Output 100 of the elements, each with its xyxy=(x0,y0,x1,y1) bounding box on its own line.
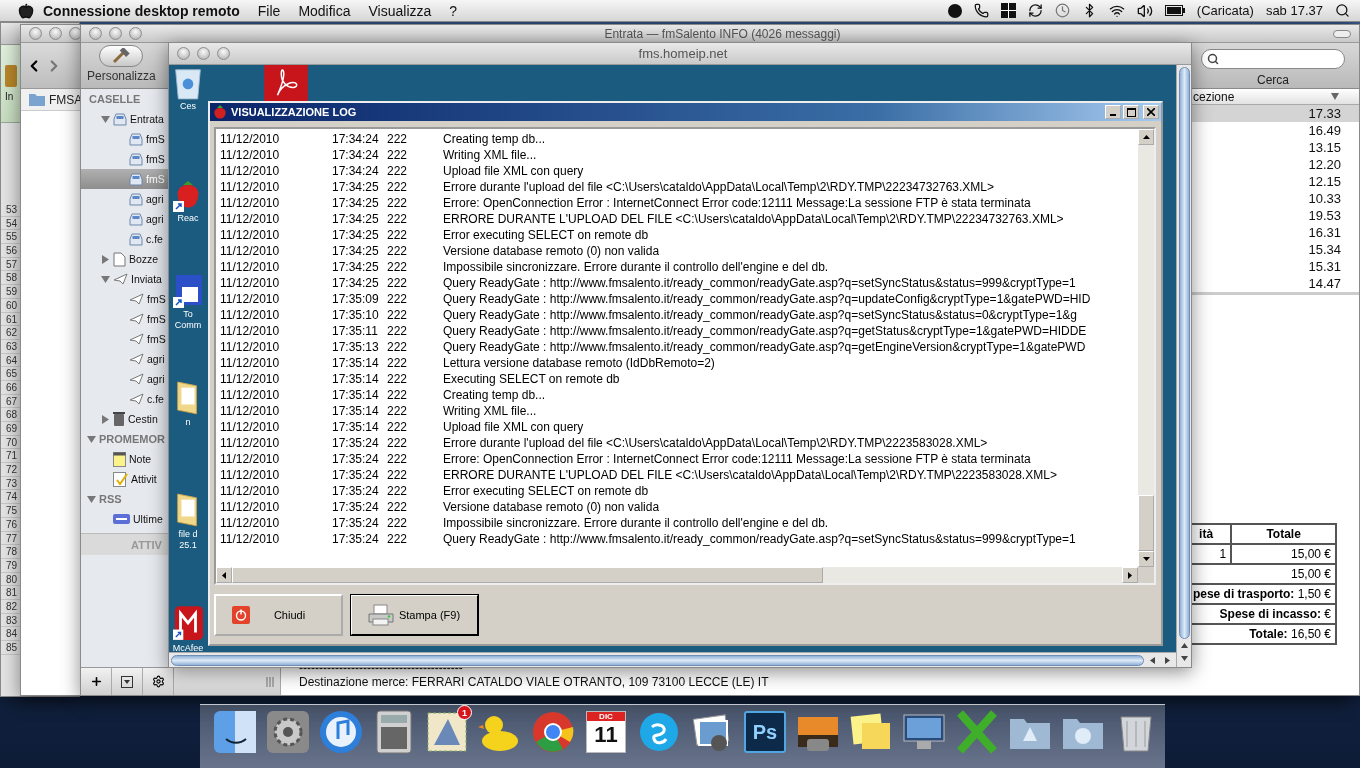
mailbox-item[interactable]: fmS xyxy=(81,149,169,169)
clock-icon[interactable] xyxy=(1054,3,1070,18)
scroll-thumb[interactable] xyxy=(1178,67,1190,639)
search-label: Cerca xyxy=(1257,73,1289,87)
mailbox-item[interactable]: agri xyxy=(81,189,169,209)
expanded-triangle-icon[interactable] xyxy=(101,274,110,284)
phone-icon[interactable] xyxy=(973,3,989,18)
scroll-thumb[interactable] xyxy=(171,654,1144,666)
search-field[interactable] xyxy=(1201,49,1345,69)
cross-icon[interactable] xyxy=(954,709,1000,755)
grid-icon[interactable] xyxy=(1000,3,1016,18)
icon-label: file d xyxy=(178,529,198,540)
horizontal-scrollbar[interactable] xyxy=(169,652,1176,667)
mailbox-item[interactable]: Ultime xyxy=(81,509,169,529)
music-note-icon[interactable] xyxy=(318,709,364,755)
gear-icon[interactable] xyxy=(265,709,311,755)
mailbox-item[interactable]: agri xyxy=(81,349,169,369)
mailbox-item[interactable]: Cestin xyxy=(81,409,169,429)
down-arrow-icon xyxy=(1180,656,1188,661)
scroll-right-button[interactable] xyxy=(1122,567,1138,583)
message-time[interactable]: 17.33 xyxy=(1191,105,1359,122)
round-browser-icon[interactable] xyxy=(530,709,576,755)
expanded-triangle-icon[interactable] xyxy=(87,494,96,504)
zoom-button[interactable] xyxy=(217,47,230,60)
log-message: Query ReadyGate : http://www.fmsalento.it/ready_common/readyGate.asp?q=setSyncStatus&status=0&cryptType=1&g xyxy=(443,308,1078,322)
mailbox-item[interactable]: Entrata xyxy=(81,109,169,129)
sidebar-section[interactable]: RSS xyxy=(81,489,169,509)
mailbox-item[interactable]: fmS xyxy=(81,129,169,149)
window-title: fms.homeip.net xyxy=(637,46,729,61)
toolbar-toggle-button[interactable] xyxy=(1333,29,1351,38)
mailbox-item[interactable]: Bozze xyxy=(81,249,169,269)
paper-plane-icon xyxy=(129,353,144,365)
finder-face-icon[interactable] xyxy=(212,709,258,755)
scroll-left-button[interactable] xyxy=(216,567,232,583)
customize-button[interactable]: Personalizza xyxy=(87,45,156,83)
app-menu[interactable]: Connessione desktop remoto xyxy=(34,2,249,19)
collapsed-triangle-icon[interactable] xyxy=(101,414,110,424)
log-date: 11/12/2010 xyxy=(220,436,281,450)
column-header[interactable]: cezione xyxy=(1191,89,1359,105)
zoom-button[interactable] xyxy=(129,27,142,40)
menu-item[interactable]: File xyxy=(248,2,290,19)
expanded-triangle-icon[interactable] xyxy=(101,114,110,124)
mailbox-item[interactable]: fmS xyxy=(81,289,169,309)
vertical-scrollbar[interactable] xyxy=(1138,129,1154,567)
log-message: Query ReadyGate : http://www.fmsalento.it/ready_common/readyGate.asp?q=getStatus&cryptType=1&gatePWD=HIDDE xyxy=(443,324,1088,338)
battery-icon[interactable] xyxy=(1164,5,1185,16)
inbox-tray-icon xyxy=(113,112,127,126)
log-date: 11/12/2010 xyxy=(220,500,281,514)
mailbox-item[interactable]: agri xyxy=(81,209,169,229)
close-button[interactable]: Chiudi xyxy=(214,594,343,636)
volume-icon[interactable] xyxy=(1136,2,1153,19)
menu-clock[interactable]: sab 17.37 xyxy=(1265,3,1323,18)
log-date: 11/12/2010 xyxy=(220,148,281,162)
menu-item[interactable]: Modifica xyxy=(289,2,360,19)
expanded-triangle-icon[interactable] xyxy=(87,434,96,444)
log-date: 11/12/2010 xyxy=(220,356,281,370)
mailbox-item[interactable]: Note xyxy=(81,449,169,469)
mailbox-item[interactable]: Attivit xyxy=(81,469,169,489)
inbox-tray-icon xyxy=(129,212,143,226)
sync-icon[interactable] xyxy=(1027,3,1043,18)
shield-shortcut-icon[interactable] xyxy=(173,603,203,643)
left-arrow-icon xyxy=(1150,656,1155,664)
log-code: 222 xyxy=(387,388,409,402)
log-message: Creating temp db... xyxy=(443,132,547,146)
mailbox-item[interactable]: Inviata xyxy=(81,269,169,289)
pdf-icon[interactable] xyxy=(263,65,309,101)
calendar-icon[interactable]: DIC 11 xyxy=(586,711,626,753)
sidebar-section[interactable]: CASELLE xyxy=(81,89,169,109)
log-time: 17:35:14 xyxy=(332,356,380,370)
scroll-down-button[interactable] xyxy=(1138,551,1154,567)
resize-grip-icon[interactable] xyxy=(266,676,274,687)
mailbox-item[interactable]: agri xyxy=(81,369,169,389)
maximize-button[interactable] xyxy=(1123,105,1139,119)
search-icon[interactable] xyxy=(1335,3,1350,18)
log-code: 222 xyxy=(387,212,409,226)
close-icon xyxy=(1147,108,1155,116)
scroll-up-button[interactable] xyxy=(1138,129,1154,145)
paper-plane-icon xyxy=(129,333,144,345)
horizontal-scrollbar[interactable] xyxy=(216,567,1138,583)
mailbox-item[interactable]: fmS xyxy=(81,329,169,349)
image-editor-icon[interactable]: Ps xyxy=(744,711,786,753)
vertical-scrollbar[interactable] xyxy=(1176,65,1191,667)
apple-menu-icon[interactable] xyxy=(18,2,34,19)
collapsed-triangle-icon[interactable] xyxy=(101,254,110,264)
print-button[interactable]: Stampa (F9) xyxy=(350,594,479,636)
mailbox-item[interactable]: c.fe xyxy=(81,229,169,249)
mailbox-item[interactable]: c.fe xyxy=(81,389,169,409)
menu-item[interactable]: ? xyxy=(440,2,467,19)
menu-item[interactable]: Visualizza xyxy=(359,2,441,19)
destination-text: Destinazione merce: FERRARI CATALDO VIALE OTRANTO, 109 73100 LECCE (LE) IT xyxy=(299,675,770,689)
sidebar-section[interactable]: PROMEMOR xyxy=(81,429,169,449)
log-date: 11/12/2010 xyxy=(220,196,281,210)
mailbox-item[interactable]: fmS xyxy=(81,309,169,329)
log-message: Upload file XML con query xyxy=(443,164,585,178)
floppy-disk-shortcut-icon[interactable] xyxy=(173,273,203,309)
log-date: 11/12/2010 xyxy=(220,292,281,306)
stamp-icon[interactable] xyxy=(424,709,470,755)
paper-plane-icon xyxy=(129,393,144,405)
icon-label: McAfee xyxy=(172,643,204,652)
log-time: 17:35:24 xyxy=(332,484,380,498)
